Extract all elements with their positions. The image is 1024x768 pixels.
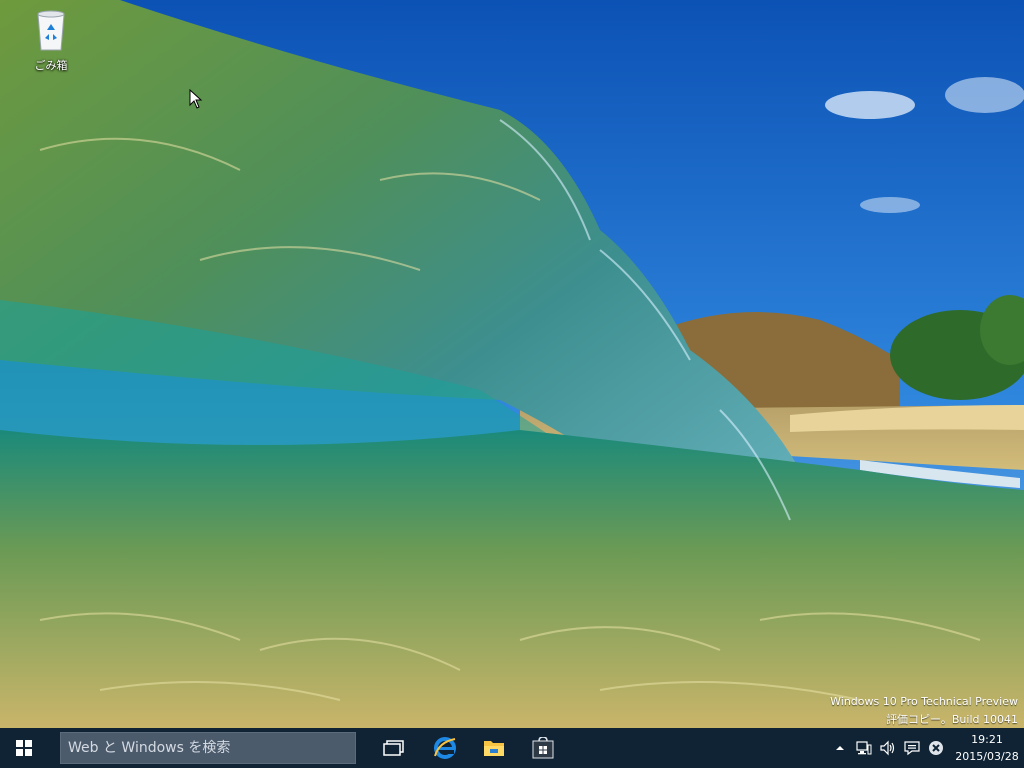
action-center-icon bbox=[904, 741, 920, 756]
task-view-button[interactable] bbox=[370, 728, 418, 768]
clock-date: 2015/03/28 bbox=[955, 750, 1019, 763]
internet-explorer-button[interactable] bbox=[421, 728, 469, 768]
watermark-edition: Windows 10 Pro Technical Preview bbox=[830, 695, 1018, 708]
search-box[interactable] bbox=[60, 732, 356, 764]
wave-wallpaper bbox=[0, 0, 1024, 728]
store-button[interactable] bbox=[519, 728, 567, 768]
recycle-bin[interactable]: ごみ箱 bbox=[22, 8, 80, 73]
start-button[interactable] bbox=[0, 728, 48, 768]
recycle-bin-icon bbox=[37, 10, 65, 51]
network-button[interactable] bbox=[852, 728, 876, 768]
show-hidden-icons-icon bbox=[836, 746, 844, 750]
notification-error-icon bbox=[929, 741, 943, 755]
desktop[interactable]: ごみ箱 Windows 10 Pro Technical Preview 評価コ… bbox=[0, 0, 1024, 728]
build-watermark: Windows 10 Pro Technical Preview 評価コピー。B… bbox=[830, 693, 1018, 728]
windows-logo-icon bbox=[16, 740, 32, 756]
mouse-pointer-icon bbox=[189, 89, 203, 109]
watermark-build: 評価コピー。Build 10041 bbox=[886, 713, 1018, 726]
notification-error-button[interactable] bbox=[924, 728, 948, 768]
system-tray: 19:21 2015/03/28 bbox=[828, 728, 1024, 768]
show-hidden-icons-button[interactable] bbox=[828, 728, 852, 768]
network-icon bbox=[856, 741, 872, 755]
file-explorer-button[interactable] bbox=[470, 728, 518, 768]
task-view-icon bbox=[383, 740, 404, 756]
clock[interactable]: 19:21 2015/03/28 bbox=[950, 731, 1024, 765]
store-icon bbox=[532, 737, 554, 759]
action-center-button[interactable] bbox=[900, 728, 924, 768]
clock-time: 19:21 bbox=[971, 733, 1003, 746]
volume-button[interactable] bbox=[876, 728, 900, 768]
file-explorer-icon bbox=[484, 741, 504, 756]
volume-icon bbox=[880, 740, 895, 756]
desktop-icon-label: ごみ箱 bbox=[34, 59, 68, 72]
search-input[interactable] bbox=[66, 739, 350, 757]
internet-explorer-icon bbox=[434, 737, 456, 759]
